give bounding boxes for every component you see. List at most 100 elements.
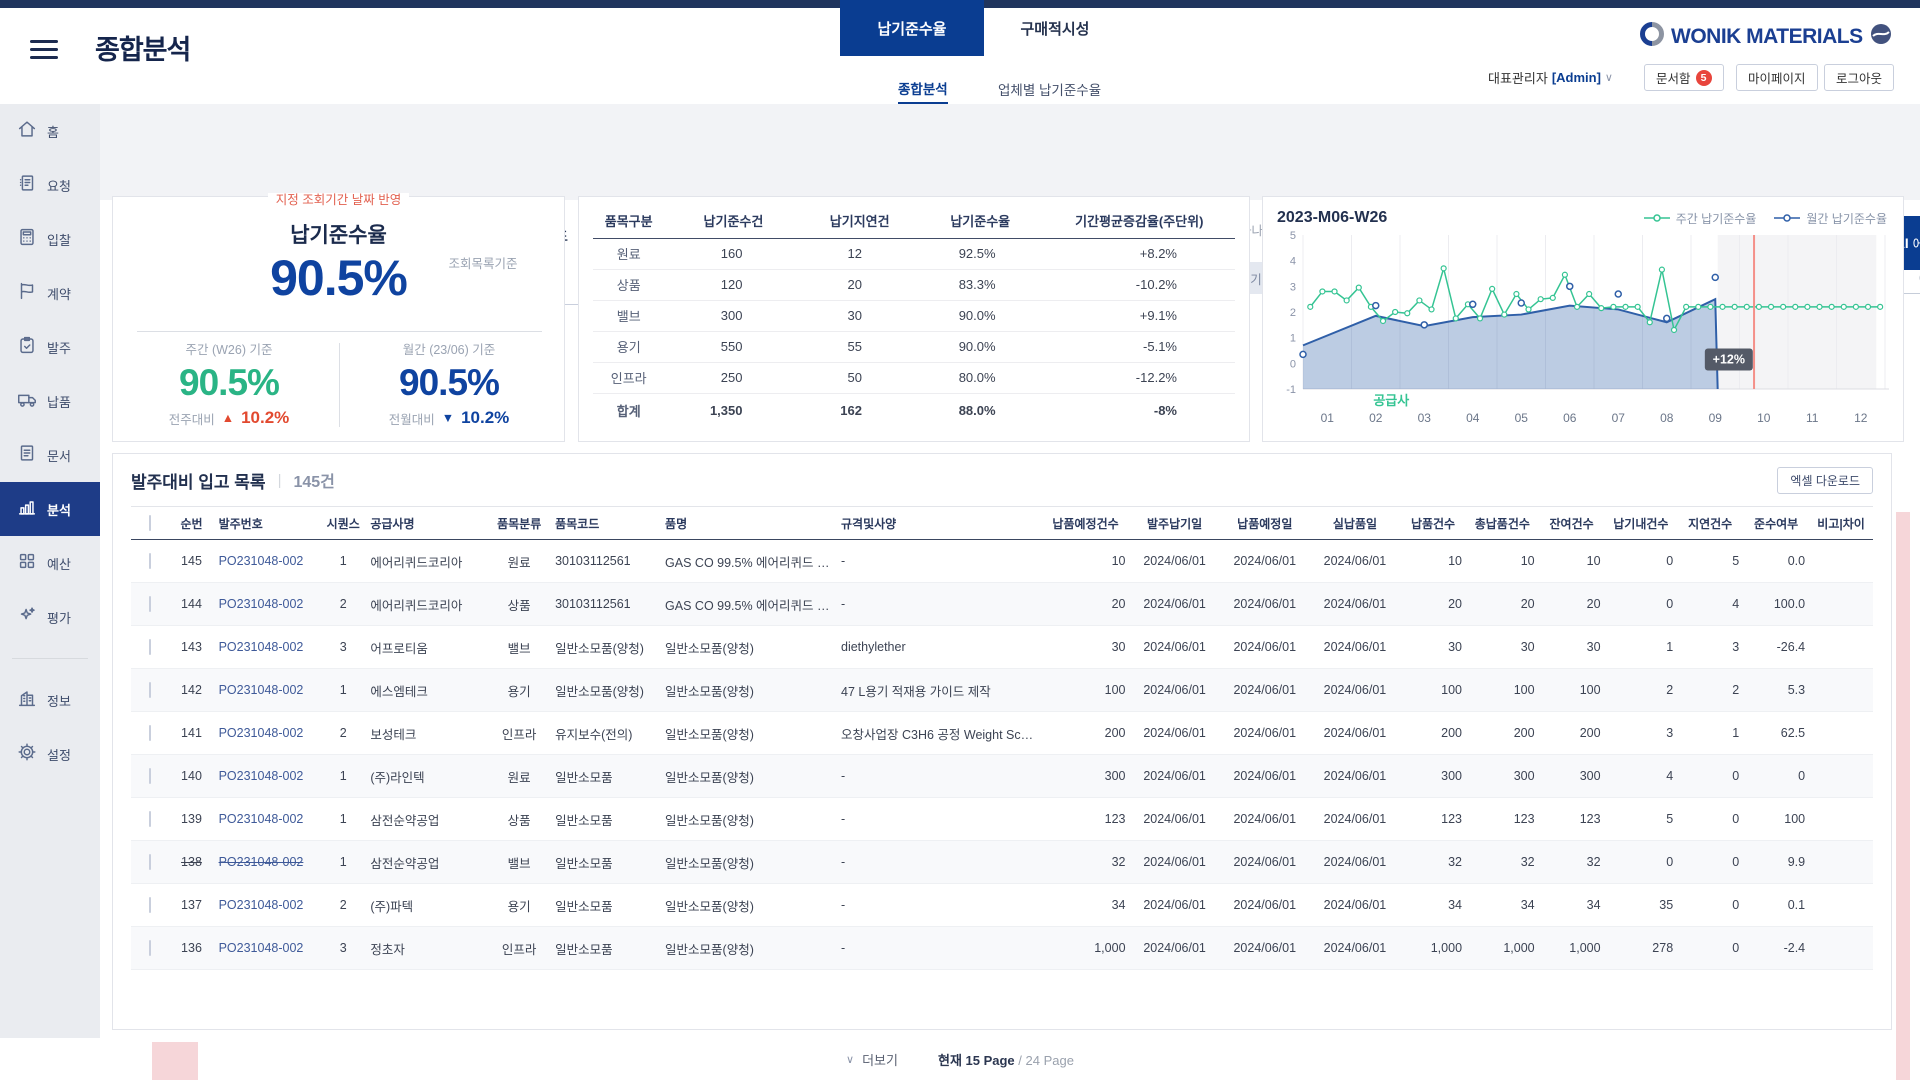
value-cell: 1,350: [664, 393, 802, 427]
tab-purchase-timeliness[interactable]: 구매적시성: [1005, 0, 1105, 56]
triangle-up-icon: ▲: [222, 411, 234, 425]
order-table-row[interactable]: 141PO231048-0022보성테크인프라유지보수(전의)일반소모품(양청)…: [131, 712, 1873, 755]
cell: 20: [1042, 583, 1130, 626]
cell: 1: [320, 755, 366, 798]
cell: 에스엠테크: [366, 669, 487, 712]
user-menu[interactable]: 대표관리자 [Admin] ∨: [1488, 68, 1613, 87]
legend-item[interactable]: 월간 납기준수율: [1774, 210, 1887, 227]
svg-text:03: 03: [1418, 411, 1432, 425]
mypage-button[interactable]: 마이페이지: [1736, 64, 1818, 91]
cell: [1809, 798, 1873, 841]
cell: 2024/06/01: [1220, 927, 1310, 970]
order-table-row[interactable]: 137PO231048-0022(주)파텍용기일반소모품일반소모품(양청)-34…: [131, 884, 1873, 927]
row-checkbox[interactable]: [149, 811, 151, 827]
cell: 10: [1400, 540, 1466, 583]
order-table-row[interactable]: 140PO231048-0021(주)라인텍원료일반소모품일반소모품(양청)-3…: [131, 755, 1873, 798]
order-table-row[interactable]: 139PO231048-0021삼전순약공업상품일반소모품일반소모품(양청)-1…: [131, 798, 1873, 841]
po-number-link[interactable]: PO231048-002: [215, 540, 321, 583]
po-number-link[interactable]: PO231048-002: [215, 712, 321, 755]
cell: 32: [1400, 841, 1466, 884]
sidebar-item-budget[interactable]: 예산: [0, 536, 100, 590]
logout-button[interactable]: 로그아웃: [1824, 64, 1894, 91]
column-header: 지연건수: [1677, 507, 1743, 540]
cell: 3: [320, 626, 366, 669]
budget-icon: [16, 550, 38, 577]
cell: 2024/06/01: [1310, 841, 1400, 884]
docbox-button[interactable]: 문서함 5: [1644, 64, 1724, 91]
cell: 2024/06/01: [1130, 927, 1220, 970]
po-number-link[interactable]: PO231048-002: [215, 884, 321, 927]
value-cell: 55: [802, 331, 916, 362]
order-table-row[interactable]: 143PO231048-0023어프로티움밸브일반소모품(양청)일반소모품(양청…: [131, 626, 1873, 669]
hamburger-menu-icon[interactable]: [30, 40, 58, 60]
po-number-link[interactable]: PO231048-002: [215, 755, 321, 798]
sidebar-item-settings[interactable]: 설정: [0, 727, 100, 781]
column-header: 비고|차이: [1809, 507, 1873, 540]
svg-text:11: 11: [1806, 411, 1819, 425]
order-table-row[interactable]: 142PO231048-0021에스엠테크용기일반소모품(양청)일반소모품(양청…: [131, 669, 1873, 712]
column-header: 실납품일: [1310, 507, 1400, 540]
legend-item[interactable]: 주간 납기준수율: [1644, 210, 1757, 227]
sidebar-item-analysis[interactable]: 분석: [0, 482, 100, 536]
subtab-vendor-compliance[interactable]: 업체별 납기준수율: [998, 74, 1101, 104]
cell: 20: [1400, 583, 1466, 626]
column-header: 납기준수건: [664, 203, 802, 238]
tab-delivery-compliance[interactable]: 납기준수율: [840, 0, 984, 56]
cell: 원료: [487, 755, 551, 798]
sidebar-item-info[interactable]: 정보: [0, 673, 100, 727]
chart-title: 2023-M06-W26: [1277, 209, 1387, 227]
sidebar-item-home[interactable]: 홈: [0, 104, 100, 158]
po-number-link[interactable]: PO231048-002: [215, 798, 321, 841]
po-number-link[interactable]: PO231048-002: [215, 669, 321, 712]
subtab-overall-analysis[interactable]: 종합분석: [898, 74, 948, 104]
column-header: 품목분류: [487, 507, 551, 540]
sidebar-item-evaluation[interactable]: 평가: [0, 590, 100, 644]
cell: 2024/06/01: [1130, 712, 1220, 755]
cell: 32: [1539, 841, 1605, 884]
order-table-row[interactable]: 144PO231048-0022에어리퀴드코리아상품30103112561GAS…: [131, 583, 1873, 626]
cell: 1: [320, 798, 366, 841]
po-number-link[interactable]: PO231048-002: [215, 626, 321, 669]
row-checkbox[interactable]: [149, 596, 151, 612]
cell: 2024/06/01: [1220, 669, 1310, 712]
select-all-checkbox[interactable]: [149, 515, 151, 531]
po-number-link[interactable]: PO231048-002: [215, 841, 321, 884]
row-checkbox[interactable]: [149, 768, 151, 784]
sidebar-item-contract[interactable]: 계약: [0, 266, 100, 320]
cell: 30103112561: [551, 583, 661, 626]
sidebar-item-order[interactable]: 발주: [0, 320, 100, 374]
value-cell: 12: [802, 238, 916, 269]
order-table-row[interactable]: 136PO231048-0023정초자인프라일반소모품일반소모품(양청)-1,0…: [131, 927, 1873, 970]
checkbox-cell: [131, 583, 168, 626]
cell: 0: [1677, 798, 1743, 841]
cell: 2024/06/01: [1130, 884, 1220, 927]
row-checkbox[interactable]: [149, 725, 151, 741]
row-checkbox[interactable]: [149, 639, 151, 655]
sidebar-item-delivery[interactable]: 납품: [0, 374, 100, 428]
row-checkbox[interactable]: [149, 940, 151, 956]
row-checkbox[interactable]: [149, 854, 151, 870]
po-number-link[interactable]: PO231048-002: [215, 583, 321, 626]
cell: 일반소모품(양청): [661, 927, 837, 970]
excel-download-button[interactable]: 엑셀 다운로드: [1777, 467, 1873, 494]
cell: 삼전순약공업: [366, 841, 487, 884]
order-count: 145건: [293, 468, 334, 492]
order-table-row[interactable]: 145PO231048-0021에어리퀴드코리아원료30103112561GAS…: [131, 540, 1873, 583]
settings-icon: [16, 741, 38, 768]
row-checkbox[interactable]: [149, 897, 151, 913]
cell: GAS CO 99.5% 에어리퀴드 천안: [661, 540, 837, 583]
sidebar-item-document[interactable]: 문서: [0, 428, 100, 482]
cell: 2024/06/01: [1310, 798, 1400, 841]
load-more-button[interactable]: ∨ 더보기: [846, 1050, 898, 1069]
row-checkbox[interactable]: [149, 682, 151, 698]
sidebar-item-request[interactable]: 요청: [0, 158, 100, 212]
delivery-icon: [16, 388, 38, 415]
order-table-row[interactable]: 138PO231048-0021삼전순약공업밸브일반소모품일반소모품(양청)-3…: [131, 841, 1873, 884]
po-number-link[interactable]: PO231048-002: [215, 927, 321, 970]
sidebar-item-bid[interactable]: 입찰: [0, 212, 100, 266]
column-header: 규격및사양: [837, 507, 1042, 540]
chart-legend: 주간 납기준수율 월간 납기준수율: [1644, 210, 1887, 227]
row-checkbox[interactable]: [149, 553, 151, 569]
cell: 원료: [487, 540, 551, 583]
filter-bar: ❯ 납기일(납품예정일) 기준 조회 조회년도 ‹ 2021 › 분기 1분기2…: [100, 104, 1920, 200]
